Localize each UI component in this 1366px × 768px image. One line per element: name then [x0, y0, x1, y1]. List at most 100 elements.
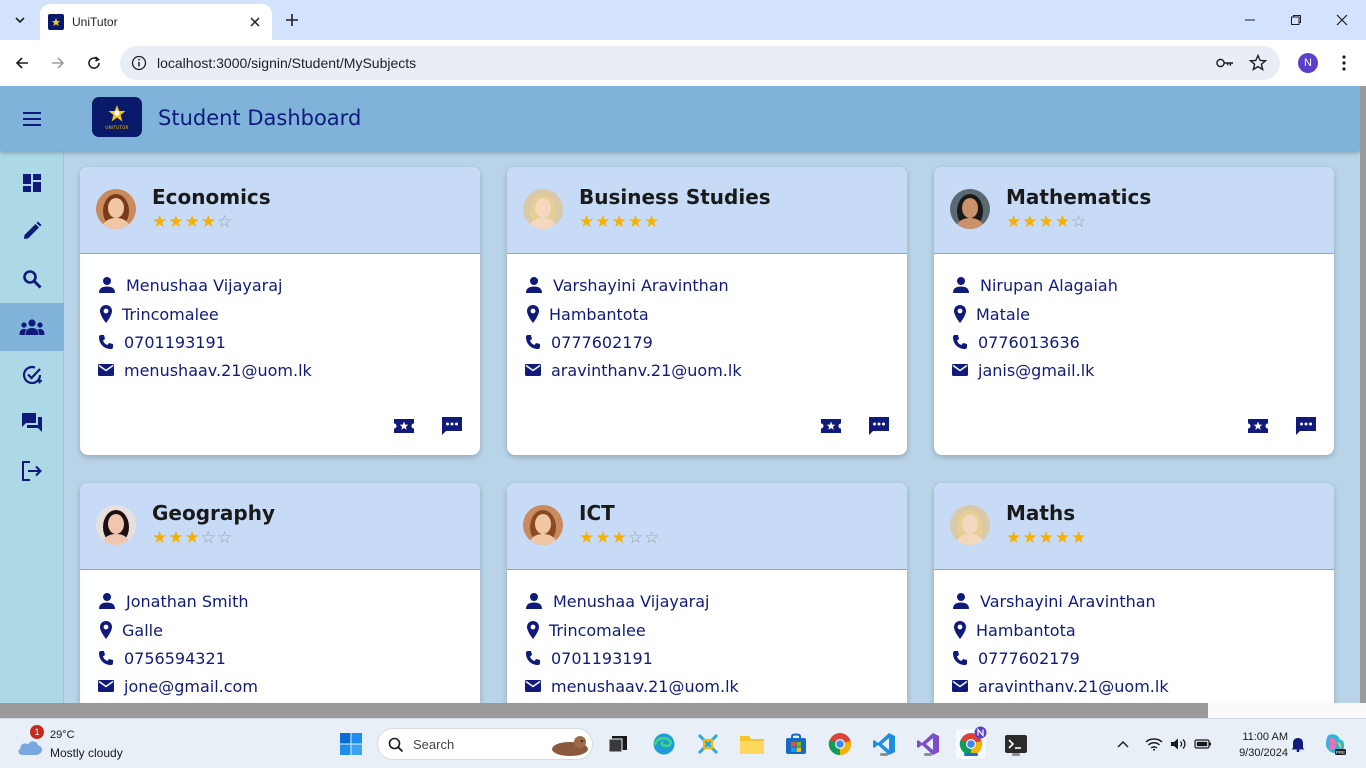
sidebar-item-messages[interactable] — [0, 399, 64, 447]
tutor-name: Nirupan Alagaiah — [980, 275, 1118, 295]
browser-menu-button[interactable] — [1336, 52, 1352, 74]
browser-tab-unitutor[interactable]: UniTutor — [40, 4, 272, 40]
sidebar — [0, 151, 64, 703]
sidebar-item-tasks[interactable] — [0, 351, 64, 399]
svg-text:PRE: PRE — [1336, 750, 1345, 755]
tutor-name-row: Varshayini Aravinthan — [523, 274, 729, 296]
vscode-app[interactable] — [869, 729, 899, 759]
edge-app[interactable] — [649, 729, 679, 759]
sidebar-item-search[interactable] — [0, 255, 64, 303]
back-button[interactable] — [10, 51, 34, 75]
sidebar-item-dashboard[interactable] — [0, 159, 64, 207]
taskbar-search-placeholder: Search — [413, 737, 455, 752]
chat-bubble-icon — [1295, 416, 1317, 440]
pencil-icon — [24, 221, 42, 239]
search-icon — [388, 737, 404, 753]
minimize-icon — [1245, 19, 1255, 21]
rating-stars: ★★★★★ — [579, 212, 660, 232]
restore-button[interactable] — [1284, 8, 1308, 32]
windows-logo-icon — [340, 733, 362, 755]
browser-toolbar: localhost:3000/signin/Student/MySubjects… — [0, 40, 1366, 86]
tutor-location-row: Trincomalee — [523, 619, 646, 641]
folder-icon — [740, 736, 764, 754]
star-filled-icon: ★ — [168, 212, 185, 232]
sidebar-item-my-subjects[interactable] — [0, 303, 64, 351]
email-icon — [96, 359, 116, 381]
taskbar-search[interactable]: Search — [377, 728, 593, 760]
menu-toggle-button[interactable] — [20, 107, 44, 131]
clock[interactable]: 11:00 AM 9/30/2024 — [1218, 729, 1288, 761]
plus-icon — [286, 14, 298, 26]
address-bar[interactable]: localhost:3000/signin/Student/MySubjects — [120, 46, 1280, 80]
battery-status[interactable] — [1194, 735, 1212, 753]
subjects-grid: Economics ★★★★☆ Menushaa Vijayaraj Trinc… — [65, 151, 1360, 703]
volume-status[interactable] — [1170, 735, 1188, 753]
phone-icon — [950, 331, 970, 353]
url-text[interactable]: localhost:3000/signin/Student/MySubjects — [157, 55, 416, 71]
sidebar-item-logout[interactable] — [0, 447, 64, 495]
chrome-profile-app-active[interactable] — [956, 726, 987, 759]
tutor-location-row: Hambantota — [523, 303, 649, 325]
check-circle-icon — [22, 365, 42, 385]
tutor-email: aravinthanv.21@uom.lk — [551, 360, 742, 380]
tutor-location: Galle — [122, 620, 163, 640]
tab-title: UniTutor — [72, 15, 118, 29]
star-filled-icon: ★ — [644, 212, 661, 232]
profile-avatar[interactable]: N — [1298, 53, 1318, 73]
windows-taskbar: 1 29°C Mostly cloudy Search 11:00 AM 9/3… — [0, 718, 1366, 768]
rating-stars: ★★★★☆ — [152, 212, 233, 232]
new-tab-button[interactable] — [282, 10, 302, 30]
wifi-status[interactable] — [1145, 735, 1163, 753]
reload-button[interactable] — [82, 51, 106, 75]
start-button[interactable] — [336, 729, 366, 759]
tutor-email-row: janis@gmail.lk — [950, 359, 1094, 381]
star-filled-icon: ★ — [184, 528, 201, 548]
close-tab-icon[interactable] — [246, 13, 264, 31]
rate-tutor-button[interactable] — [818, 415, 844, 441]
sidebar-item-edit[interactable] — [0, 207, 64, 255]
microsoft-store-app[interactable] — [781, 729, 811, 759]
unitutor-logo[interactable]: UNITUTOR — [92, 97, 142, 137]
minimize-button[interactable] — [1238, 8, 1262, 32]
message-tutor-button[interactable] — [439, 415, 465, 441]
star-empty-icon: ☆ — [627, 528, 644, 548]
file-explorer-app[interactable] — [737, 729, 767, 759]
show-hidden-icons-button[interactable] — [1114, 735, 1132, 753]
star-filled-icon: ★ — [595, 212, 612, 232]
chrome-app[interactable] — [825, 729, 855, 759]
forward-button[interactable] — [46, 51, 70, 75]
close-icon — [1336, 14, 1348, 26]
visual-studio-app[interactable] — [913, 729, 943, 759]
password-key-icon[interactable] — [1216, 54, 1234, 72]
task-view-button[interactable] — [603, 729, 633, 759]
rate-tutor-button[interactable] — [391, 415, 417, 441]
horizontal-scrollbar[interactable] — [0, 703, 1366, 718]
star-filled-icon: ★ — [1006, 212, 1023, 232]
tab-search-button[interactable] — [8, 8, 32, 32]
star-empty-icon: ☆ — [217, 528, 234, 548]
terminal-icon — [1005, 735, 1027, 753]
vertical-scroll-thumb[interactable] — [1360, 86, 1366, 703]
weather-widget[interactable]: 1 29°C Mostly cloudy — [12, 725, 172, 763]
terminal-app[interactable] — [1001, 729, 1031, 759]
subject-title: Business Studies — [579, 185, 771, 209]
message-tutor-button[interactable] — [866, 415, 892, 441]
star-filled-icon: ★ — [611, 528, 628, 548]
person-icon — [950, 590, 972, 612]
person-icon — [96, 274, 118, 296]
location-pin-icon — [96, 303, 116, 325]
snipping-app[interactable] — [693, 729, 723, 759]
close-window-button[interactable] — [1330, 8, 1354, 32]
star-filled-icon: ★ — [579, 212, 596, 232]
notifications-button[interactable] — [1289, 735, 1307, 753]
vertical-scrollbar[interactable] — [1360, 86, 1366, 703]
app-header: UNITUTOR Student Dashboard — [0, 86, 1360, 151]
site-info-icon[interactable] — [130, 54, 148, 72]
bookmark-star-icon[interactable] — [1249, 54, 1267, 72]
rate-tutor-button[interactable] — [1245, 415, 1271, 441]
person-icon — [96, 590, 118, 612]
horizontal-scroll-thumb[interactable] — [0, 703, 1208, 718]
copilot-button[interactable]: PRE — [1322, 731, 1348, 757]
message-tutor-button[interactable] — [1293, 415, 1319, 441]
tutor-email: menushaav.21@uom.lk — [124, 360, 312, 380]
